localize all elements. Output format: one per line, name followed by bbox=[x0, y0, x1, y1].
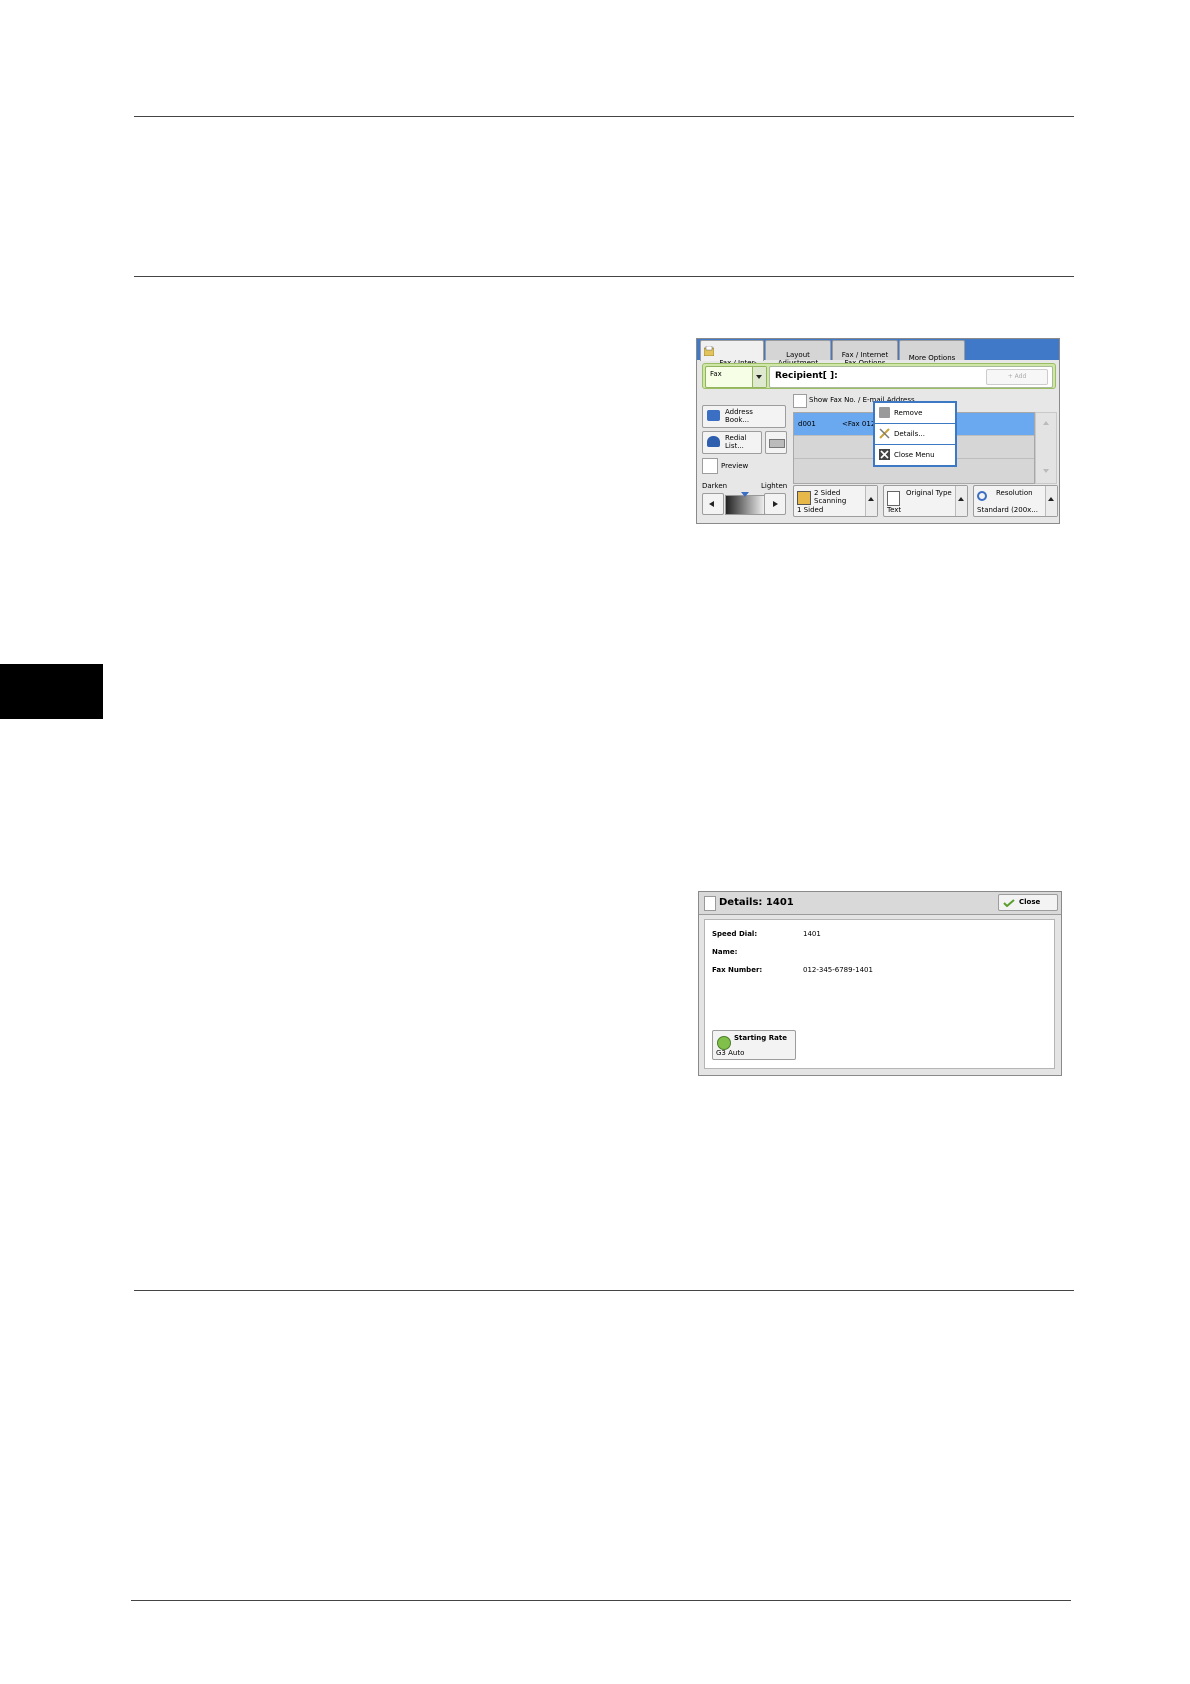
chevron-up-icon bbox=[1045, 486, 1057, 516]
tools-icon bbox=[879, 428, 890, 439]
list-scrollbar[interactable] bbox=[1035, 412, 1057, 484]
recipient-row: Fax Recipient[ ]: + Add bbox=[702, 363, 1056, 389]
name-label: Name: bbox=[712, 948, 738, 956]
preview-checkbox[interactable] bbox=[702, 458, 718, 474]
darken-button[interactable] bbox=[702, 493, 724, 515]
fax-icon bbox=[704, 346, 714, 356]
menu-details-label: Details... bbox=[894, 430, 925, 438]
tab-bar: Fax / Inter- net Fax Layout Adjustment F… bbox=[697, 339, 1059, 375]
arrow-right-icon bbox=[773, 501, 778, 507]
slider-marker-icon bbox=[741, 492, 749, 497]
list-item-id: d001 bbox=[798, 420, 816, 428]
scroll-down-icon bbox=[1043, 469, 1049, 473]
details-title: Details: 1401 bbox=[719, 897, 794, 908]
fax-number-value: 012-345-6789-1401 bbox=[803, 966, 873, 974]
starting-rate-button[interactable]: Starting Rate G3 Auto bbox=[712, 1030, 796, 1060]
chevron-up-icon bbox=[955, 486, 967, 516]
redial-list-button[interactable]: Redial List... bbox=[702, 431, 762, 454]
rate-icon bbox=[717, 1036, 731, 1050]
redial-label: Redial List... bbox=[725, 434, 747, 450]
info-icon bbox=[704, 896, 716, 911]
chapter-tab bbox=[0, 664, 103, 719]
menu-remove-label: Remove bbox=[894, 409, 923, 417]
fax-screen-screenshot: Fax / Inter- net Fax Layout Adjustment F… bbox=[696, 338, 1060, 524]
darken-label: Darken bbox=[702, 482, 728, 490]
recipient-label: Recipient[ ]: bbox=[775, 371, 838, 381]
chevron-down-icon bbox=[752, 367, 766, 387]
context-menu: Remove Details... Close Menu bbox=[873, 401, 957, 467]
keyboard-icon bbox=[769, 439, 785, 448]
checkmark-icon bbox=[1003, 899, 1015, 907]
close-button[interactable]: Close bbox=[998, 894, 1058, 911]
add-label: + Add bbox=[1007, 373, 1027, 380]
starting-rate-value: G3 Auto bbox=[716, 1049, 745, 1057]
footer-rule bbox=[131, 1600, 1071, 1601]
density-slider[interactable] bbox=[725, 492, 765, 515]
original-type-value: Text bbox=[887, 506, 902, 514]
address-book-icon bbox=[707, 410, 720, 421]
starting-rate-label: Starting Rate bbox=[734, 1034, 787, 1042]
address-book-label: Address Book... bbox=[725, 408, 753, 424]
list-item-value: <Fax 012 bbox=[842, 420, 876, 428]
section-rule bbox=[134, 276, 1074, 277]
tab-more-options[interactable]: More Options bbox=[899, 340, 965, 362]
add-button[interactable]: + Add bbox=[986, 369, 1048, 385]
document-icon bbox=[887, 491, 900, 506]
menu-details[interactable]: Details... bbox=[875, 424, 955, 445]
keyboard-button[interactable] bbox=[765, 431, 787, 454]
menu-remove[interactable]: Remove bbox=[875, 403, 955, 424]
chevron-up-icon bbox=[865, 486, 877, 516]
speed-dial-label: Speed Dial: bbox=[712, 930, 758, 938]
fax-type-value: Fax bbox=[710, 370, 722, 378]
resolution-button[interactable]: Resolution Standard (200x... bbox=[973, 485, 1058, 517]
arrow-left-icon bbox=[709, 501, 714, 507]
tab-fax-internet-fax[interactable]: Fax / Inter- net Fax bbox=[700, 340, 764, 375]
lighten-label: Lighten bbox=[761, 482, 788, 490]
close-icon bbox=[879, 449, 890, 460]
resolution-value: Standard (200x... bbox=[977, 506, 1038, 514]
two-sided-title: 2 Sided Scanning bbox=[814, 489, 847, 505]
fax-type-select[interactable]: Fax bbox=[705, 366, 767, 388]
menu-close-label: Close Menu bbox=[894, 451, 935, 459]
recipient-field[interactable]: Recipient[ ]: + Add bbox=[769, 366, 1053, 388]
fax-number-label: Fax Number: bbox=[712, 966, 763, 974]
two-sided-scanning-button[interactable]: 2 Sided Scanning 1 Sided bbox=[793, 485, 878, 517]
scroll-up-icon bbox=[1043, 421, 1049, 425]
tab-layout-adjustment[interactable]: Layout Adjustment bbox=[765, 340, 831, 367]
original-type-button[interactable]: Original Type Text bbox=[883, 485, 968, 517]
two-sided-value: 1 Sided bbox=[797, 506, 824, 514]
resolution-title: Resolution bbox=[996, 489, 1033, 497]
close-label: Close bbox=[1019, 898, 1041, 906]
show-fax-checkbox[interactable] bbox=[793, 394, 807, 408]
details-header: Details: 1401 Close bbox=[699, 892, 1061, 915]
header-rule bbox=[134, 116, 1074, 117]
original-type-title: Original Type bbox=[906, 489, 952, 497]
preview-label: Preview bbox=[721, 462, 749, 470]
lighten-button[interactable] bbox=[764, 493, 786, 515]
details-body: Speed Dial: 1401 Name: Fax Number: 012-3… bbox=[704, 919, 1055, 1069]
phone-icon bbox=[707, 436, 720, 447]
details-screen-screenshot: Details: 1401 Close Speed Dial: 1401 Nam… bbox=[698, 891, 1062, 1076]
two-sided-icon bbox=[797, 491, 811, 505]
trash-icon bbox=[879, 407, 890, 418]
tab-fax-options[interactable]: Fax / Internet Fax Options bbox=[832, 340, 898, 367]
tab-label: More Options bbox=[908, 354, 956, 362]
magnifier-icon bbox=[977, 491, 987, 501]
menu-close[interactable]: Close Menu bbox=[875, 445, 955, 465]
address-book-button[interactable]: Address Book... bbox=[702, 405, 786, 428]
section-rule-lower bbox=[134, 1290, 1074, 1291]
speed-dial-value: 1401 bbox=[803, 930, 821, 938]
